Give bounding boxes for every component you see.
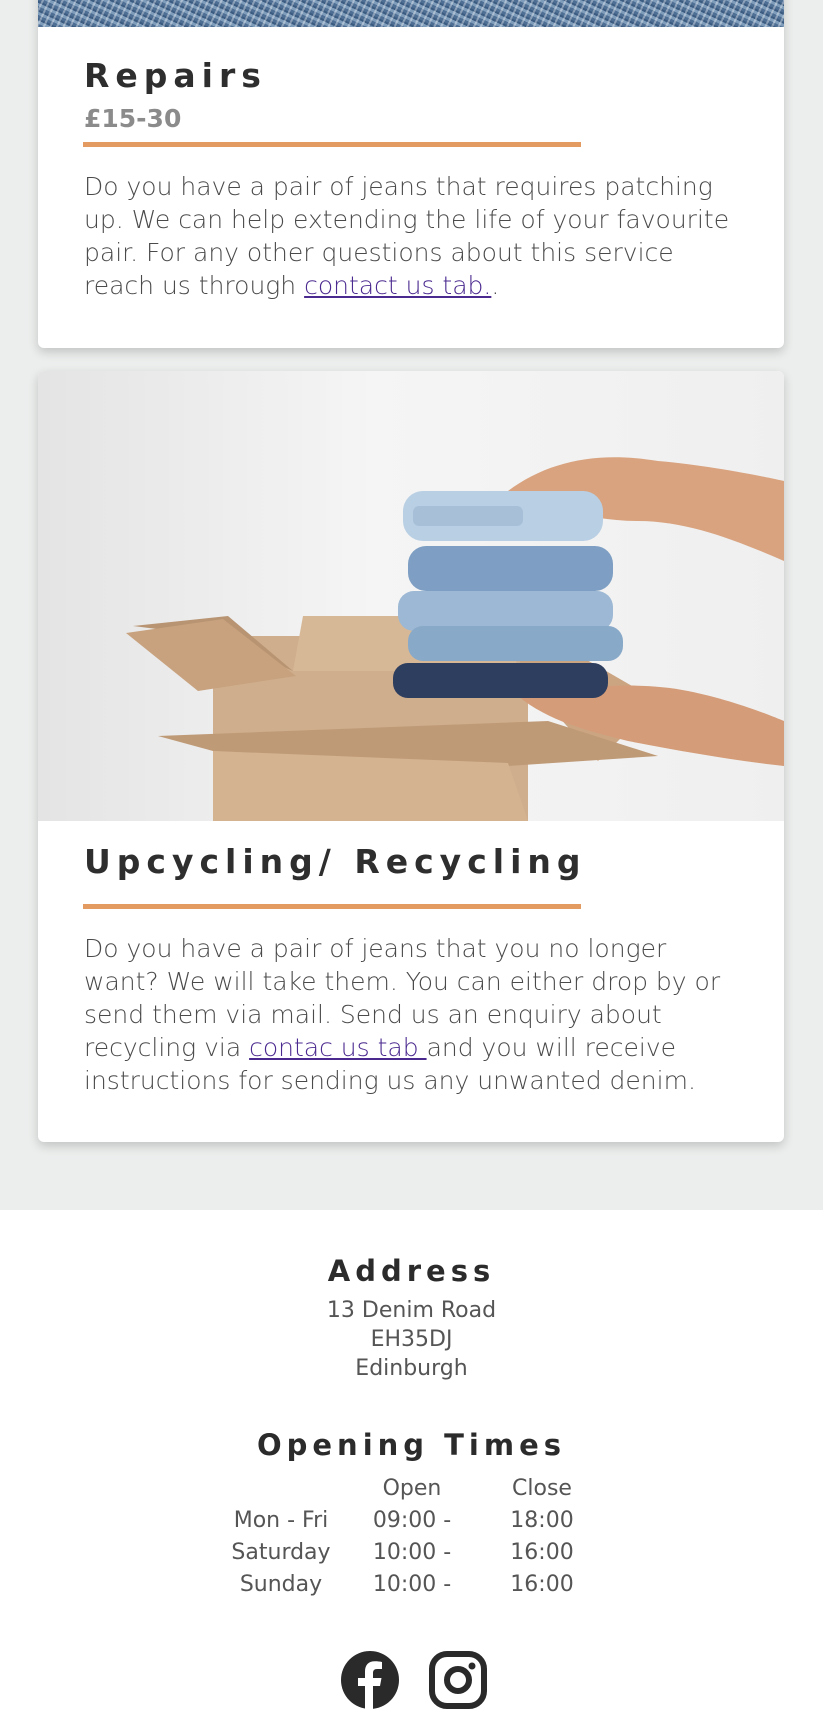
recycling-description: Do you have a pair of jeans that you no … (84, 932, 744, 1097)
address-heading: Address (327, 1254, 496, 1288)
title-divider (83, 904, 581, 909)
recycling-title: Upcycling/ Recycling (84, 842, 587, 881)
hours-day: Mon - Fri (233, 1507, 329, 1533)
title-divider (83, 142, 581, 147)
contact-us-link[interactable]: contac us tab (249, 1033, 426, 1062)
hours-close: 16:00 (510, 1539, 574, 1565)
address-line: 13 Denim Road (326, 1298, 497, 1323)
repairs-title: Repairs (84, 56, 267, 95)
instagram-icon[interactable] (428, 1650, 488, 1710)
repairs-card: Repairs £15-30 Do you have a pair of jea… (38, 0, 784, 348)
hours-open: 10:00 - (372, 1571, 452, 1597)
hours-open: 09:00 - (372, 1507, 452, 1533)
hours-header-open: Open (382, 1475, 442, 1501)
footer: Address 13 Denim Road EH35DJ Edinburgh O… (0, 1210, 823, 1719)
hours-close: 16:00 (510, 1571, 574, 1597)
hours-row: Saturday 10:00 - 16:00 (215, 1536, 615, 1568)
repairs-text-end: . (491, 271, 500, 300)
hours-header-row: Open Close (215, 1472, 615, 1504)
hours-header-close: Close (512, 1475, 572, 1501)
jeans-box-photo (38, 371, 784, 821)
opening-hours-table: Open Close Mon - Fri 09:00 - 18:00 Satur… (215, 1472, 615, 1600)
hours-day: Sunday (239, 1571, 323, 1597)
facebook-icon[interactable] (340, 1650, 400, 1710)
hours-day: Saturday (231, 1539, 331, 1565)
hours-row: Mon - Fri 09:00 - 18:00 (215, 1504, 615, 1536)
recycling-card: Upcycling/ Recycling Do you have a pair … (38, 371, 784, 1142)
hours-open: 10:00 - (372, 1539, 452, 1565)
address-line: EH35DJ (370, 1327, 453, 1352)
page: Repairs £15-30 Do you have a pair of jea… (0, 0, 823, 1719)
repairs-description: Do you have a pair of jeans that require… (84, 170, 744, 302)
hours-close: 18:00 (510, 1507, 574, 1533)
denim-image (38, 0, 784, 27)
address-line: Edinburgh (355, 1356, 468, 1381)
repairs-price: £15-30 (84, 104, 182, 133)
contact-us-link[interactable]: contact us tab. (304, 271, 491, 300)
social-links (340, 1650, 488, 1710)
hours-row: Sunday 10:00 - 16:00 (215, 1568, 615, 1600)
opening-times-heading: Opening Times (256, 1428, 567, 1462)
